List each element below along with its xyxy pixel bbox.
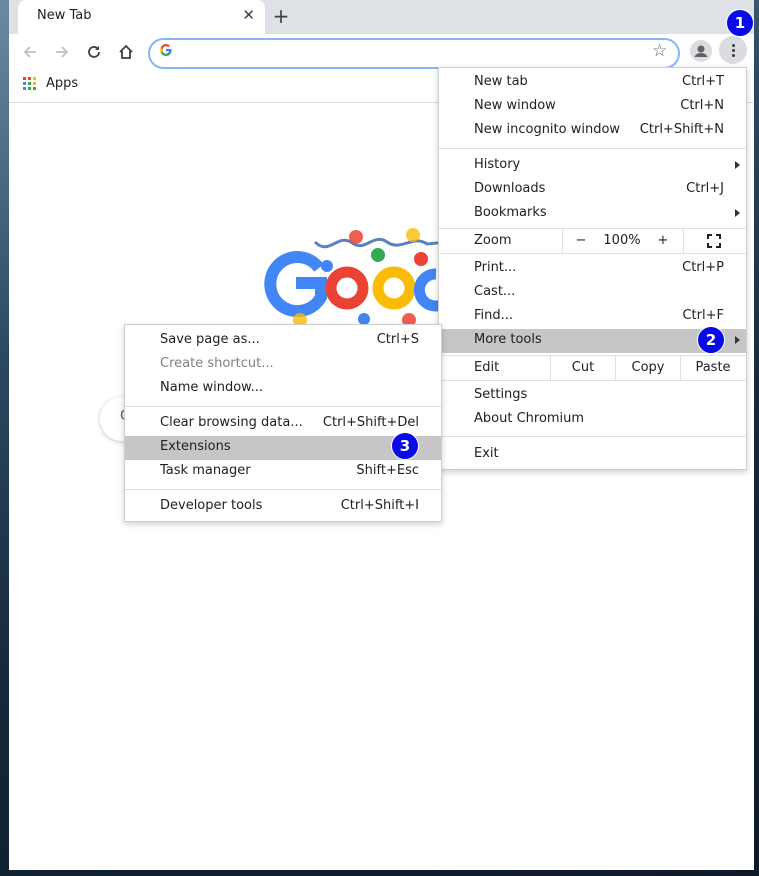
menu-item-label: Exit <box>474 446 499 461</box>
tab-title: New Tab <box>37 8 92 23</box>
forward-button[interactable] <box>50 40 74 64</box>
step-badge-2: 2 <box>697 326 725 354</box>
submenu-arrow-icon <box>735 336 740 344</box>
back-button[interactable] <box>18 40 42 64</box>
menu-item-clear-browsing-data[interactable]: Clear browsing data... Ctrl+Shift+Del <box>125 412 441 436</box>
menu-item-label: New tab <box>474 74 528 89</box>
menu-item-label: Bookmarks <box>474 205 547 220</box>
menu-separator <box>125 489 441 490</box>
menu-item-developer-tools[interactable]: Developer tools Ctrl+Shift+I <box>125 495 441 519</box>
copy-button[interactable]: Copy <box>616 356 680 380</box>
menu-item-shortcut: Ctrl+N <box>680 98 724 113</box>
menu-item-label: Clear browsing data... <box>160 415 303 430</box>
menu-item-label: Settings <box>474 387 528 402</box>
menu-item-task-manager[interactable]: Task manager Shift+Esc <box>125 460 441 484</box>
back-arrow-icon <box>23 46 36 58</box>
menu-item-label: Name window... <box>160 380 264 395</box>
submenu-arrow-icon <box>735 161 740 169</box>
submenu-arrow-icon <box>735 209 740 217</box>
menu-item-about-chromium[interactable]: About Chromium <box>439 408 746 432</box>
apps-bookmark[interactable]: Apps <box>46 76 78 91</box>
reload-button[interactable] <box>82 40 106 64</box>
menu-item-label: Create shortcut... <box>160 356 274 371</box>
zoom-in-button[interactable]: + <box>645 229 681 253</box>
dot-icon <box>731 53 735 57</box>
menu-item-label: Extensions <box>160 439 231 454</box>
step-badge-3: 3 <box>391 432 419 460</box>
menu-item-settings[interactable]: Settings <box>439 384 746 408</box>
chromium-main-menu: New tab Ctrl+T New window Ctrl+N New inc… <box>438 67 747 470</box>
menu-item-exit[interactable]: Exit <box>439 443 746 467</box>
profile-avatar[interactable] <box>690 40 712 62</box>
menu-item-shortcut: Ctrl+S <box>376 332 419 347</box>
menu-item-label: New window <box>474 98 556 113</box>
menu-item-shortcut: Ctrl+T <box>682 74 724 89</box>
person-icon <box>694 45 708 57</box>
menu-item-label: Downloads <box>474 181 546 196</box>
menu-item-history[interactable]: History <box>439 154 746 178</box>
menu-item-create-shortcut: Create shortcut... <box>125 353 441 377</box>
edit-label: Edit <box>474 360 500 375</box>
close-icon[interactable]: ✕ <box>242 6 255 24</box>
google-g-icon <box>160 43 172 57</box>
home-icon <box>119 44 133 59</box>
google-doodle[interactable] <box>237 222 452 332</box>
menu-item-label: About Chromium <box>474 411 585 426</box>
forward-arrow-icon <box>56 46 69 58</box>
zoom-level: 100% <box>603 233 641 248</box>
dot-icon <box>731 48 735 52</box>
tab-new-tab[interactable]: New Tab ✕ <box>18 0 265 34</box>
menu-item-name-window[interactable]: Name window... <box>125 377 441 401</box>
menu-separator <box>125 406 441 407</box>
menu-item-label: Print... <box>474 260 517 275</box>
menu-item-cast[interactable]: Cast... <box>439 281 746 305</box>
zoom-out-button[interactable]: − <box>563 229 599 253</box>
menu-separator <box>439 148 746 149</box>
fullscreen-icon <box>707 233 721 248</box>
menu-item-shortcut: Ctrl+J <box>686 181 724 196</box>
cut-button[interactable]: Cut <box>551 356 615 380</box>
menu-item-shortcut: Ctrl+P <box>682 260 724 275</box>
zoom-label: Zoom <box>474 233 512 248</box>
menu-item-bookmarks[interactable]: Bookmarks <box>439 202 746 226</box>
toolbar: ☆ <box>9 34 754 70</box>
menu-item-label: More tools <box>474 332 542 347</box>
new-tab-button[interactable]: + <box>269 4 293 28</box>
menu-item-label: Save page as... <box>160 332 260 347</box>
menu-item-label: New incognito window <box>474 122 621 137</box>
menu-item-print[interactable]: Print... Ctrl+P <box>439 257 746 281</box>
menu-item-shortcut: Shift+Esc <box>356 463 419 478</box>
menu-item-new-tab[interactable]: New tab Ctrl+T <box>439 71 746 95</box>
menu-item-shortcut: Ctrl+Shift+I <box>340 498 419 513</box>
menu-item-shortcut: Ctrl+F <box>682 308 724 323</box>
menu-item-find[interactable]: Find... Ctrl+F <box>439 305 746 329</box>
apps-grid-icon[interactable] <box>23 77 36 90</box>
menu-item-new-incognito-window[interactable]: New incognito window Ctrl+Shift+N <box>439 119 746 143</box>
more-tools-submenu: Save page as... Ctrl+S Create shortcut..… <box>124 324 442 522</box>
edit-row: Edit Cut Copy Paste <box>439 355 746 381</box>
menu-item-new-window[interactable]: New window Ctrl+N <box>439 95 746 119</box>
zoom-row: Zoom − 100% + <box>439 228 746 254</box>
menu-item-save-page-as[interactable]: Save page as... Ctrl+S <box>125 329 441 353</box>
menu-item-label: Task manager <box>160 463 251 478</box>
menu-item-label: Cast... <box>474 284 516 299</box>
menu-item-shortcut: Ctrl+Shift+N <box>639 122 724 137</box>
menu-item-shortcut: Ctrl+Shift+Del <box>322 415 419 430</box>
paste-button[interactable]: Paste <box>681 356 745 380</box>
menu-button[interactable] <box>719 36 747 64</box>
home-button[interactable] <box>114 40 138 64</box>
fullscreen-button[interactable] <box>684 229 744 253</box>
tab-strip: New Tab ✕ + <box>9 0 754 34</box>
menu-separator <box>439 436 746 437</box>
address-bar[interactable] <box>148 38 680 69</box>
reload-icon <box>88 46 100 58</box>
menu-item-label: Find... <box>474 308 514 323</box>
step-badge-1: 1 <box>726 9 754 37</box>
menu-item-label: Developer tools <box>160 498 263 513</box>
menu-item-label: History <box>474 157 521 172</box>
dot-icon <box>731 43 735 47</box>
menu-item-downloads[interactable]: Downloads Ctrl+J <box>439 178 746 202</box>
